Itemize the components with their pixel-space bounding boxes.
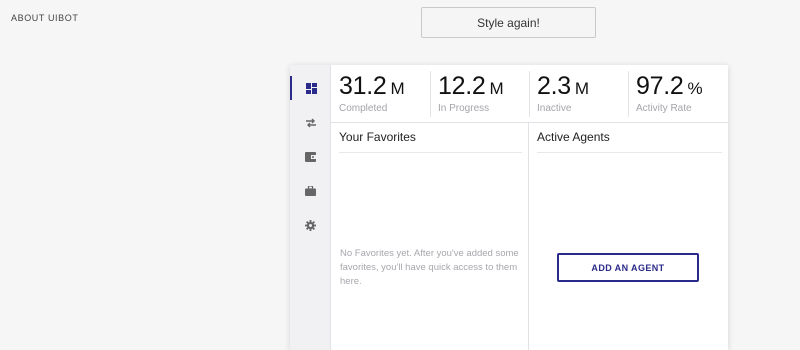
page: ABOUT UIBOT Style again! 31.2 M Complete… <box>0 0 800 350</box>
stat-label: Activity Rate <box>636 103 692 114</box>
about-uibot-link[interactable]: ABOUT UIBOT <box>11 13 78 23</box>
favorites-title: Your Favorites <box>339 130 522 153</box>
stat-label: Completed <box>339 103 388 114</box>
favorites-empty-message: No Favorites yet. After you've added som… <box>340 248 519 287</box>
gear-icon <box>305 219 316 231</box>
sidebar-item-briefcase[interactable] <box>290 179 331 203</box>
stat-unit: M <box>390 79 405 98</box>
add-agent-button[interactable]: ADD AN AGENT <box>557 253 699 282</box>
stat-activity-rate: 97.2 % Activity Rate <box>628 65 727 123</box>
stat-value: 12.2 <box>438 72 486 100</box>
transfer-arrows-icon <box>305 118 317 128</box>
stat-unit: M <box>574 79 590 98</box>
dashboard-icon <box>306 82 317 94</box>
stat-label: Inactive <box>537 103 572 114</box>
stat-in-progress: 12.2 M In Progress <box>430 65 529 123</box>
sidebar-item-settings[interactable] <box>290 213 331 237</box>
sidebar-item-dashboard[interactable] <box>290 76 331 100</box>
briefcase-icon <box>305 186 316 196</box>
stats-bar: 31.2 M Completed 12.2 M In Progress 2.3 … <box>331 65 728 123</box>
sidebar-item-transfers[interactable] <box>290 111 331 135</box>
active-agents-section: Active Agents ADD AN AGENT <box>529 123 728 350</box>
sidebar-item-wallet[interactable] <box>290 145 331 169</box>
stat-completed: 31.2 M Completed <box>331 65 430 123</box>
stat-value: 31.2 <box>339 72 387 100</box>
stat-value: 97.2 <box>636 72 684 100</box>
stat-value: 2.3 <box>537 72 571 100</box>
stat-unit: % <box>687 79 703 98</box>
dashboard-panel: 31.2 M Completed 12.2 M In Progress 2.3 … <box>290 65 728 350</box>
stat-unit: M <box>489 79 504 98</box>
style-again-button[interactable]: Style again! <box>421 7 596 38</box>
active-agents-title: Active Agents <box>537 130 722 153</box>
sidebar <box>290 65 331 350</box>
wallet-icon <box>305 152 316 162</box>
favorites-section: Your Favorites No Favorites yet. After y… <box>331 123 529 350</box>
stat-label: In Progress <box>438 103 490 114</box>
stat-inactive: 2.3 M Inactive <box>529 65 628 123</box>
